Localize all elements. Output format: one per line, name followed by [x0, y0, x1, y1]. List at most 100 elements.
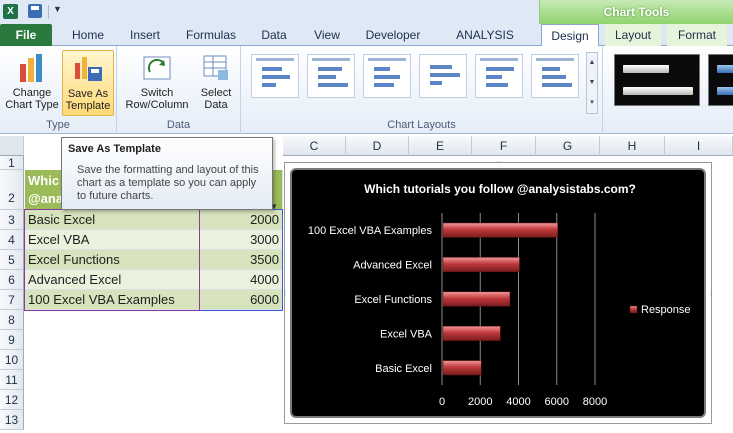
tab-data[interactable]: Data: [256, 24, 292, 46]
row-header-4[interactable]: 4: [0, 230, 24, 250]
chart-layout-5[interactable]: [475, 54, 523, 98]
chart-object[interactable]: ⋯ ⋮ ⋮ Which tutorials you follow @analys…: [282, 160, 714, 424]
tooltip-title: Save As Template: [68, 143, 161, 155]
row-header-6[interactable]: 6: [0, 270, 24, 290]
select-all-corner[interactable]: [0, 136, 24, 156]
row-header-13[interactable]: 13: [0, 410, 24, 430]
column-header-c[interactable]: C: [283, 136, 346, 156]
chart-layout-2[interactable]: [307, 54, 355, 98]
y-tick-label: Basic Excel: [375, 363, 432, 375]
ribbon: Change Chart Type Save As Template Type: [0, 46, 733, 134]
table-row-value[interactable]: 3000: [200, 230, 283, 250]
bar: [442, 222, 558, 238]
select-data-icon: [200, 52, 232, 84]
x-tick-label: 8000: [583, 396, 607, 408]
row-header-3[interactable]: 3: [0, 210, 24, 230]
table-row-value[interactable]: 4000: [200, 270, 283, 290]
column-header-g[interactable]: G: [536, 136, 600, 156]
bar: [442, 257, 520, 273]
tooltip-description: Save the formatting and layout of this c…: [77, 164, 259, 202]
table-row-name[interactable]: Excel VBA: [25, 230, 200, 250]
type-group-label: Type: [46, 119, 70, 131]
row-header-12[interactable]: 12: [0, 390, 24, 410]
y-tick-label: Excel VBA: [380, 328, 433, 340]
table-row-value[interactable]: 3500: [200, 250, 283, 270]
switch-row-column-label: Switch Row/Column: [125, 87, 189, 111]
tab-developer[interactable]: Developer: [360, 24, 426, 46]
resize-handle-right[interactable]: ⋮: [708, 291, 714, 297]
toolbar-divider: [48, 5, 49, 19]
legend-label: Response: [641, 304, 691, 316]
y-tick-label: Advanced Excel: [353, 260, 432, 272]
column-header-e[interactable]: E: [409, 136, 472, 156]
save-icon[interactable]: [28, 4, 42, 18]
chart-type-icon: [16, 52, 48, 84]
bar: [442, 360, 482, 376]
bar-chart: Which tutorials you follow @analysistabs…: [308, 182, 691, 408]
excel-app-icon[interactable]: X: [3, 4, 18, 19]
chevron-down-icon[interactable]: ▼: [53, 4, 62, 14]
chart-tools-contextual-header: Chart Tools: [539, 0, 733, 24]
table-row-name[interactable]: Excel Functions: [25, 250, 200, 270]
chart-layouts-group: Chart Layouts: [241, 46, 603, 134]
row-header-2[interactable]: 2: [0, 170, 24, 210]
tab-format[interactable]: Format: [667, 24, 727, 46]
save-as-template-button[interactable]: Save As Template: [62, 50, 114, 116]
data-group-label: Data: [166, 119, 191, 131]
chart-layout-1[interactable]: [251, 54, 299, 98]
tab-analysis-tabs[interactable]: ANALYSIS TABS: [440, 24, 530, 64]
chart-layouts-group-label: Chart Layouts: [387, 119, 456, 131]
legend-swatch: [629, 305, 638, 314]
tab-insert[interactable]: Insert: [122, 24, 168, 46]
row-header-8[interactable]: 8: [0, 310, 24, 330]
save-template-icon: [72, 53, 104, 85]
chart-area[interactable]: Which tutorials you follow @analysistabs…: [290, 168, 706, 418]
column-header-h[interactable]: H: [600, 136, 665, 156]
tab-design[interactable]: Design: [541, 24, 599, 47]
tab-view[interactable]: View: [308, 24, 346, 46]
switch-row-column-button[interactable]: Switch Row/Column: [121, 50, 193, 116]
chart-layout-3[interactable]: [363, 54, 411, 98]
select-data-button[interactable]: Select Data: [195, 50, 237, 116]
column-header-d[interactable]: D: [346, 136, 409, 156]
x-tick-label: 0: [439, 396, 445, 408]
x-tick-label: 6000: [545, 396, 569, 408]
column-header-f[interactable]: F: [472, 136, 536, 156]
table-row-value[interactable]: 2000: [200, 210, 283, 230]
row-header-11[interactable]: 11: [0, 370, 24, 390]
table-row-value[interactable]: 6000: [200, 290, 283, 310]
chart-layout-6[interactable]: [531, 54, 579, 98]
x-tick-label: 4000: [506, 396, 530, 408]
chart-layout-4[interactable]: [419, 54, 467, 98]
chevron-down-icon[interactable]: ▼: [587, 73, 597, 93]
resize-handle-left[interactable]: ⋮: [282, 291, 288, 297]
column-header-i[interactable]: I: [665, 136, 733, 156]
chevron-up-icon[interactable]: ▲: [587, 53, 597, 73]
layouts-gallery-scroll[interactable]: ▲ ▼ ▾: [586, 52, 598, 114]
chart-title: Which tutorials you follow @analysistabs…: [364, 182, 636, 196]
table-row-name[interactable]: Basic Excel: [25, 210, 200, 230]
chart-style-1[interactable]: [614, 54, 700, 106]
table-row-name[interactable]: 100 Excel VBA Examples: [25, 290, 200, 310]
row-header-1[interactable]: 1: [0, 156, 24, 170]
type-group: Change Chart Type Save As Template Type: [0, 46, 117, 134]
ribbon-tab-row: File Home Insert Formulas Data View Deve…: [0, 24, 733, 64]
row-header-7[interactable]: 7: [0, 290, 24, 310]
change-chart-type-label: Change Chart Type: [5, 87, 59, 111]
row-header-5[interactable]: 5: [0, 250, 24, 270]
data-group: Switch Row/Column Select Data Data: [117, 46, 241, 134]
resize-handle-top[interactable]: ⋯: [496, 160, 502, 166]
save-as-template-tooltip: Save As Template Save the formatting and…: [61, 137, 273, 210]
tab-home[interactable]: Home: [68, 24, 108, 46]
expand-gallery-icon[interactable]: ▾: [587, 93, 597, 113]
row-header-9[interactable]: 9: [0, 330, 24, 350]
x-tick-label: 2000: [468, 396, 492, 408]
chart-style-2[interactable]: [708, 54, 733, 106]
tab-file[interactable]: File: [0, 24, 52, 46]
tab-layout[interactable]: Layout: [605, 24, 661, 46]
save-as-template-label: Save As Template: [65, 88, 111, 112]
change-chart-type-button[interactable]: Change Chart Type: [4, 50, 60, 116]
row-header-10[interactable]: 10: [0, 350, 24, 370]
table-row-name[interactable]: Advanced Excel: [25, 270, 200, 290]
tab-formulas[interactable]: Formulas: [182, 24, 240, 46]
